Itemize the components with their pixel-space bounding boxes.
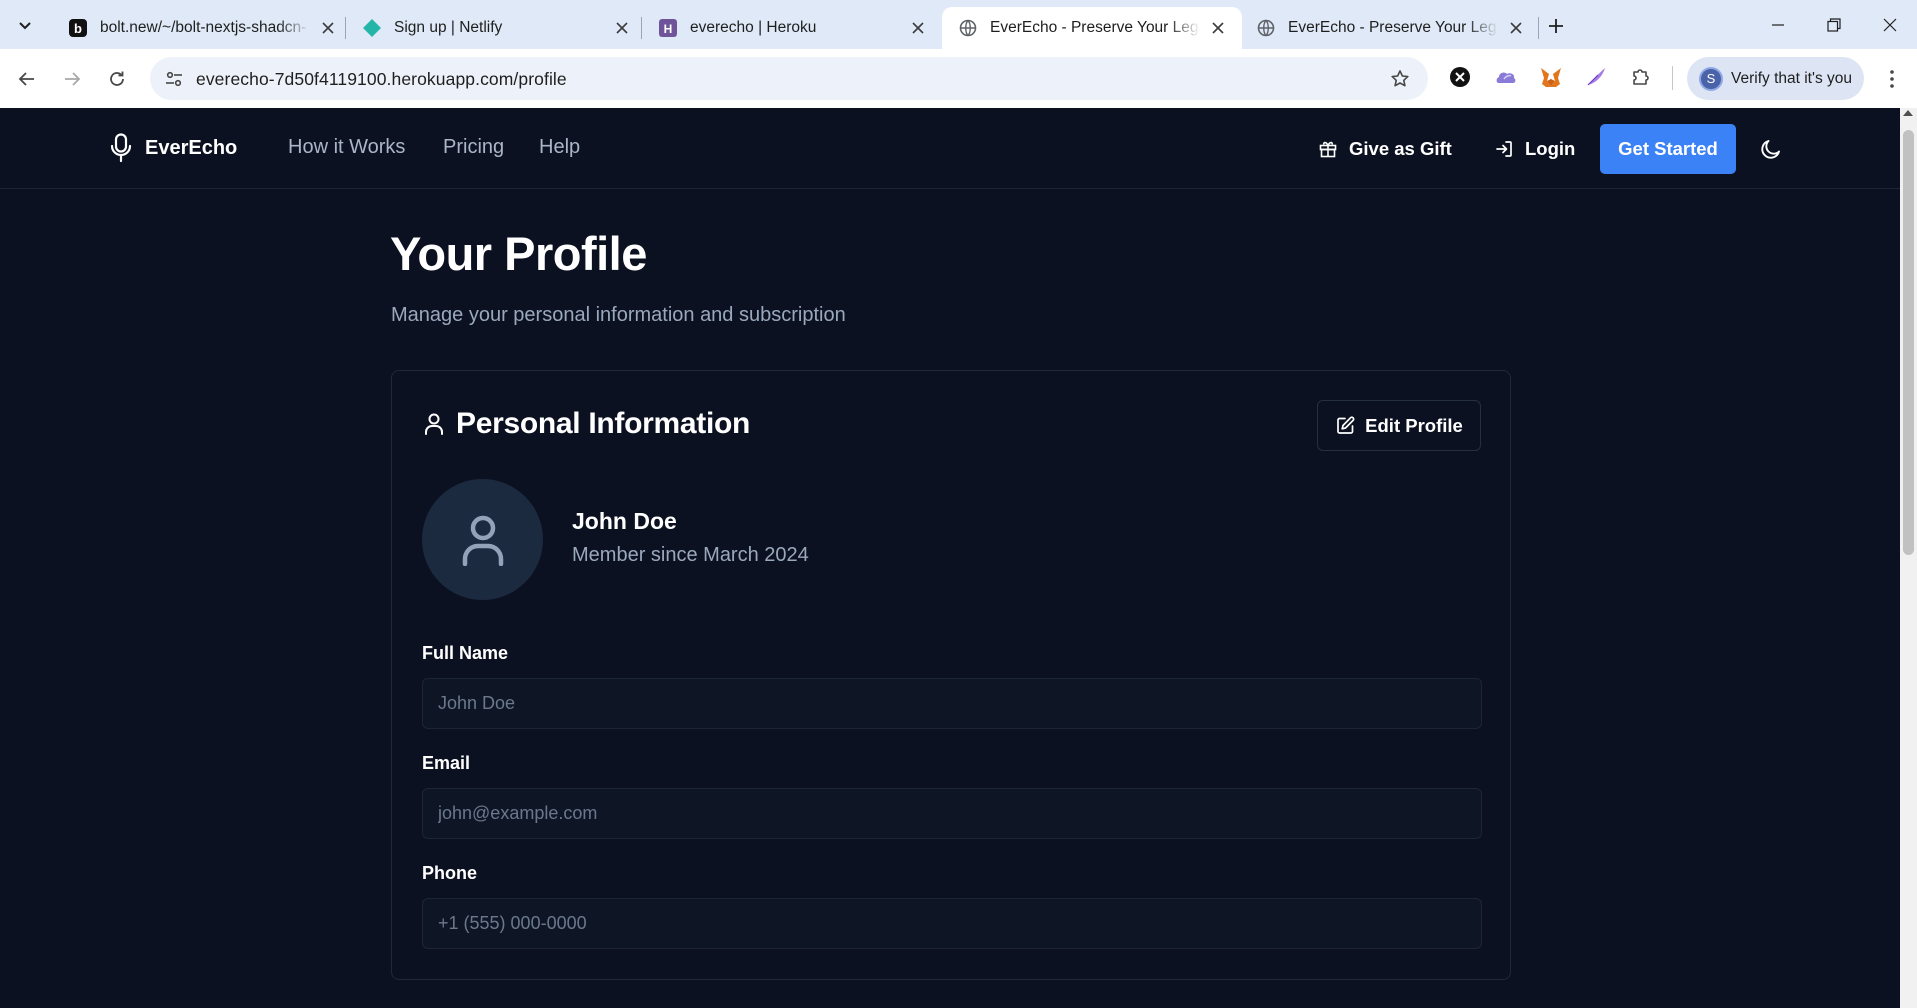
chevron-down-icon [19,22,31,30]
more-vertical-icon [1890,70,1894,88]
scroll-thumb[interactable] [1903,130,1914,555]
scroll-up-arrow-icon[interactable] [1903,110,1913,116]
browser-tab-everecho[interactable]: EverEcho - Preserve Your Legacy [1240,7,1540,49]
gift-icon [1318,139,1338,159]
edit-profile-label: Edit Profile [1365,414,1463,436]
tab-title: Sign up | Netlify [394,19,503,36]
page-scrollbar[interactable] [1900,108,1917,1008]
email-label: Email [422,753,471,773]
browser-tab-everecho-active[interactable]: EverEcho - Preserve Your Legacy [942,7,1242,49]
close-icon[interactable] [1208,18,1228,38]
svg-text:b: b [74,21,82,36]
card-title: Personal Information [456,407,751,440]
tab-divider [1538,17,1539,39]
user-avatar [422,479,543,600]
address-bar[interactable]: everecho-7d50f4119100.herokuapp.com/prof… [150,57,1428,100]
close-icon[interactable] [318,18,338,38]
plus-icon [1549,19,1563,33]
edit-icon [1335,416,1355,436]
get-started-button[interactable]: Get Started [1600,124,1736,174]
email-input[interactable] [422,788,1482,839]
tab-search-button[interactable] [12,12,38,38]
nav-pricing[interactable]: Pricing [443,136,504,159]
restore-button[interactable] [1806,0,1862,49]
user-icon [422,412,446,436]
user-icon [462,515,503,566]
verify-identity-chip[interactable]: S Verify that it's you [1687,57,1864,100]
close-window-button[interactable] [1862,0,1917,49]
arrow-right-icon [65,72,81,86]
login-icon [1494,139,1514,159]
feather-extension-icon[interactable] [1582,63,1610,91]
user-display-name: John Doe [572,508,677,534]
back-button[interactable] [11,63,43,95]
url-text: everecho-7d50f4119100.herokuapp.com/prof… [196,69,567,89]
personal-information-card: Personal Information Edit Profile John D… [391,370,1511,980]
give-as-gift-button[interactable]: Give as Gift [1318,134,1452,164]
browser-tab-bolt[interactable]: b bolt.new/~/bolt-nextjs-shadcn- [52,7,352,49]
phone-label: Phone [422,863,478,883]
nav-help[interactable]: Help [539,136,580,159]
login-label: Login [1525,138,1576,159]
login-button[interactable]: Login [1494,134,1575,164]
full-name-input[interactable] [422,678,1482,729]
full-name-label: Full Name [422,643,509,663]
browser-menu-button[interactable] [1880,64,1904,94]
close-icon[interactable] [908,18,928,38]
give-as-gift-label: Give as Gift [1349,138,1452,159]
bookmark-star-icon[interactable] [1388,67,1412,91]
close-icon [1883,18,1897,31]
globe-icon [1256,18,1276,38]
metamask-fox-icon[interactable] [1537,63,1565,91]
phone-input[interactable] [422,898,1482,949]
page-subtitle: Manage your personal information and sub… [391,304,846,326]
netlify-icon [362,18,382,38]
svg-text:H: H [664,22,673,36]
edit-profile-button[interactable]: Edit Profile [1317,400,1481,451]
bolt-icon: b [68,18,88,38]
tab-title: bolt.new/~/bolt-nextjs-shadcn- [100,19,307,36]
extensions-puzzle-icon[interactable] [1627,63,1655,91]
heroku-icon: H [658,18,678,38]
tab-title: everecho | Heroku [690,19,817,36]
minimize-icon [1772,23,1784,26]
profile-avatar: S [1699,66,1723,91]
browser-tab-heroku[interactable]: H everecho | Heroku [642,7,942,49]
globe-icon [958,18,978,38]
card-header: Personal Information [422,406,750,442]
toolbar-divider [1672,66,1673,90]
browser-tab-netlify[interactable]: Sign up | Netlify [346,7,646,49]
tab-title: EverEcho - Preserve Your Legacy [1288,19,1498,36]
minimize-button[interactable] [1750,0,1806,49]
reload-icon [110,71,124,86]
restore-icon [1827,17,1841,32]
nav-how-it-works[interactable]: How it Works [288,136,405,159]
new-tab-button[interactable] [1542,12,1570,40]
site-settings-icon[interactable] [162,67,186,91]
theme-toggle-button[interactable] [1758,136,1784,162]
arrow-left-icon [18,72,34,86]
close-icon[interactable] [612,18,632,38]
site-header: EverEcho How it Works Pricing Help Give … [0,108,1900,189]
member-since-text: Member since March 2024 [572,544,809,566]
x-extension-icon[interactable] [1446,63,1474,91]
brand-name: EverEcho [145,136,238,159]
close-icon[interactable] [1506,18,1526,38]
tab-title: EverEcho - Preserve Your Legacy [990,19,1200,36]
verify-label: Verify that it's you [1731,69,1852,87]
brand-logo-link[interactable]: EverEcho [109,132,237,164]
cloud-extension-icon[interactable] [1492,63,1520,91]
forward-button[interactable] [56,63,88,95]
page-title: Your Profile [390,227,647,280]
moon-icon [1761,140,1780,159]
browser-tab-strip: b bolt.new/~/bolt-nextjs-shadcn- Sign up… [0,0,1917,49]
page-viewport: EverEcho How it Works Pricing Help Give … [0,108,1917,1008]
reload-button[interactable] [101,63,133,95]
microphone-icon [109,133,133,163]
